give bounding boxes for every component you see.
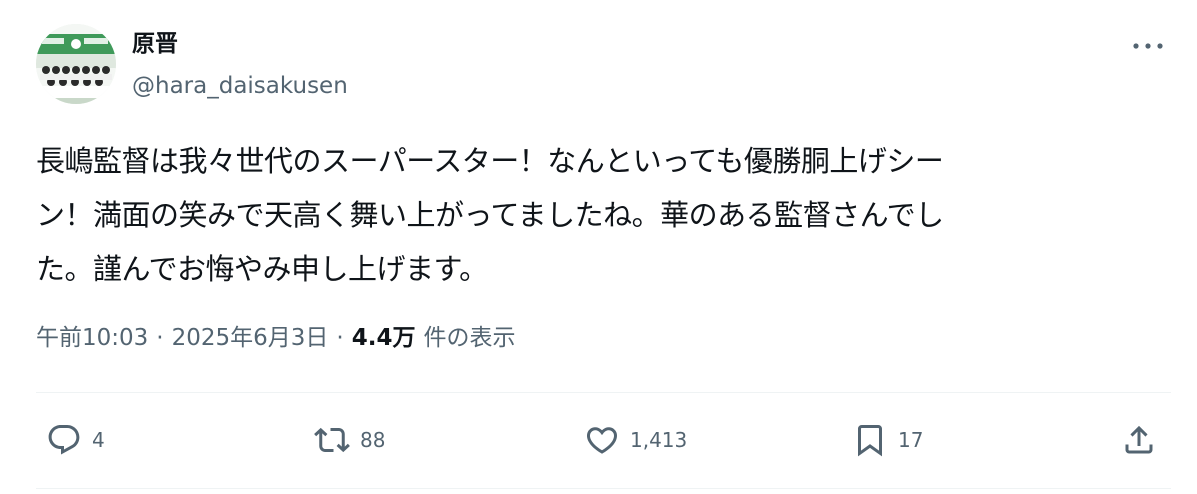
repost-count: 88 [360, 428, 386, 452]
reply-bubble-icon [48, 425, 80, 455]
tweet-text-line: た。謹んでお悔やみ申し上げます。 [36, 252, 488, 286]
reply-button[interactable]: 4 [46, 418, 105, 462]
reply-count: 4 [92, 428, 105, 452]
more-dots-icon [1133, 43, 1163, 49]
group-photo-avatar-icon [36, 24, 116, 104]
like-count: 1,413 [630, 428, 688, 452]
divider [36, 392, 1171, 393]
tweet-date[interactable]: 2025年6月3日 [172, 320, 329, 356]
tweet-card: 原晋 @hara_daisakusen 長嶋監督は我々世代のスーパースター！なん… [0, 0, 1197, 494]
divider [36, 488, 1171, 489]
display-name[interactable]: 原晋 [132, 28, 178, 60]
bookmark-count: 17 [898, 428, 924, 452]
share-upload-icon [1125, 425, 1153, 454]
views-count[interactable]: 4.4万 [352, 320, 416, 356]
tweet-text: 長嶋監督は我々世代のスーパースター！なんといっても優勝胴上げシー ン！満面の笑み… [36, 134, 1161, 296]
tweet-time[interactable]: 午前10:03 [36, 320, 148, 356]
like-button[interactable]: 1,413 [584, 418, 687, 462]
user-handle[interactable]: @hara_daisakusen [132, 70, 348, 102]
avatar[interactable] [36, 24, 116, 104]
bookmark-icon [858, 425, 882, 457]
repost-button[interactable]: 88 [314, 418, 385, 462]
heart-icon [586, 427, 618, 454]
meta-separator: · [336, 325, 344, 351]
bookmark-button[interactable]: 17 [852, 418, 923, 462]
meta-separator: · [156, 325, 164, 351]
more-options-button[interactable] [1128, 32, 1168, 60]
tweet-text-line: 長嶋監督は我々世代のスーパースター！なんといっても優勝胴上げシー [36, 144, 944, 178]
tweet-meta: 午前10:03 · 2025年6月3日 · 4.4万 件の表示 [36, 320, 515, 356]
share-button[interactable] [1121, 418, 1157, 462]
tweet-text-line: ン！満面の笑みで天高く舞い上がってましたね。華のある監督さんでし [36, 198, 944, 232]
views-label: 件の表示 [423, 325, 516, 351]
repost-icon [314, 427, 350, 453]
